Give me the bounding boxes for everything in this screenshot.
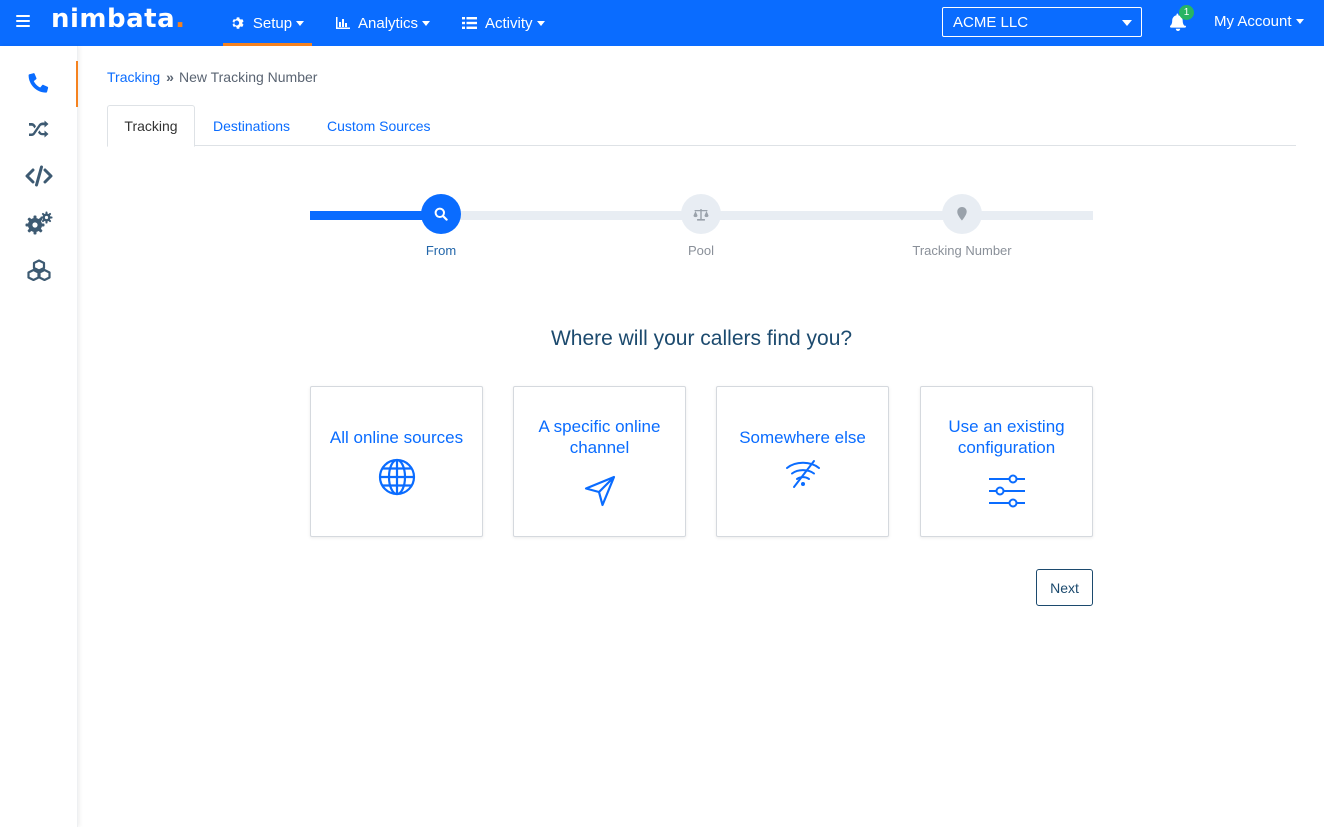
gear-icon <box>232 17 244 29</box>
active-nav-underline <box>223 43 312 46</box>
tabs: Tracking Destinations Custom Sources <box>107 105 1296 147</box>
sidebar-item-settings[interactable] <box>0 200 78 246</box>
cubes-icon <box>27 259 51 281</box>
sidebar-item-tracking[interactable] <box>0 59 78 107</box>
caret-down-icon <box>1295 18 1304 24</box>
balance-scale-icon <box>693 208 709 221</box>
option-label: Somewhere else <box>739 428 866 447</box>
step-from-label: From <box>425 243 457 258</box>
search-icon <box>434 207 448 221</box>
nav-activity[interactable]: Activity <box>462 0 545 46</box>
option-specific-online-channel[interactable]: A specific online channel <box>513 386 686 537</box>
sidebar-item-routing[interactable] <box>0 106 78 152</box>
nav-setup-label: Setup <box>252 14 293 32</box>
phone-icon <box>28 73 49 93</box>
sidebar <box>0 46 78 827</box>
breadcrumb: Tracking » New Tracking Number <box>107 69 317 85</box>
nav-setup[interactable]: Setup <box>223 0 312 46</box>
step-tracking-number[interactable] <box>942 194 982 234</box>
nav-activity-label: Activity <box>485 14 533 32</box>
shuffle-icon <box>29 120 49 138</box>
logo[interactable]: nimbata. <box>51 4 186 34</box>
top-navbar: nimbata. Setup Analytics Activity ACME L… <box>0 0 1324 46</box>
sliders-icon <box>988 474 1025 508</box>
next-button[interactable]: Next <box>1036 569 1093 606</box>
sidebar-item-integrations[interactable] <box>0 247 78 293</box>
caret-down-icon <box>536 21 545 26</box>
option-somewhere-else[interactable]: Somewhere else <box>716 386 889 537</box>
step-from[interactable] <box>421 194 461 234</box>
paper-plane-icon <box>584 475 615 507</box>
nav-analytics[interactable]: Analytics <box>336 0 431 46</box>
logo-dot: . <box>175 4 186 34</box>
option-label: All online sources <box>329 428 464 447</box>
notification-badge: 1 <box>1179 5 1194 20</box>
map-pin-icon <box>957 207 967 221</box>
tab-tracking[interactable]: Tracking <box>107 105 195 147</box>
step-tracking-number-label: Tracking Number <box>912 243 1012 258</box>
sidebar-item-code[interactable] <box>0 153 78 199</box>
globe-icon <box>378 458 415 496</box>
company-select-value: ACME LLC <box>953 13 1029 31</box>
question-heading: Where will your callers find you? <box>550 327 853 350</box>
breadcrumb-separator: » <box>166 69 174 85</box>
hamburger-icon[interactable] <box>16 15 30 29</box>
step-pool-label: Pool <box>687 243 715 258</box>
logo-text: nimbata <box>51 4 176 34</box>
caret-down-icon <box>1122 20 1132 26</box>
breadcrumb-tracking-link[interactable]: Tracking <box>107 69 160 85</box>
account-label: My Account <box>1214 12 1292 30</box>
option-label: Use an existing configuration <box>948 417 1065 457</box>
bar-chart-icon <box>336 17 350 29</box>
tab-custom-sources[interactable]: Custom Sources <box>327 105 430 146</box>
caret-down-icon <box>422 21 431 26</box>
tab-destinations[interactable]: Destinations <box>213 105 290 146</box>
company-select[interactable]: ACME LLC <box>942 7 1142 37</box>
wifi-off-icon <box>785 460 820 488</box>
list-icon <box>462 17 477 29</box>
account-menu[interactable]: My Account <box>1214 0 1304 42</box>
code-icon <box>25 165 53 187</box>
nav-analytics-label: Analytics <box>358 14 419 32</box>
caret-down-icon <box>296 21 305 26</box>
step-pool[interactable] <box>681 194 721 234</box>
breadcrumb-current: New Tracking Number <box>178 69 318 85</box>
option-all-online-sources[interactable]: All online sources <box>310 386 483 537</box>
option-label: A specific online channel <box>538 417 661 457</box>
gears-icon <box>25 211 53 235</box>
option-existing-configuration[interactable]: Use an existing configuration <box>920 386 1093 537</box>
